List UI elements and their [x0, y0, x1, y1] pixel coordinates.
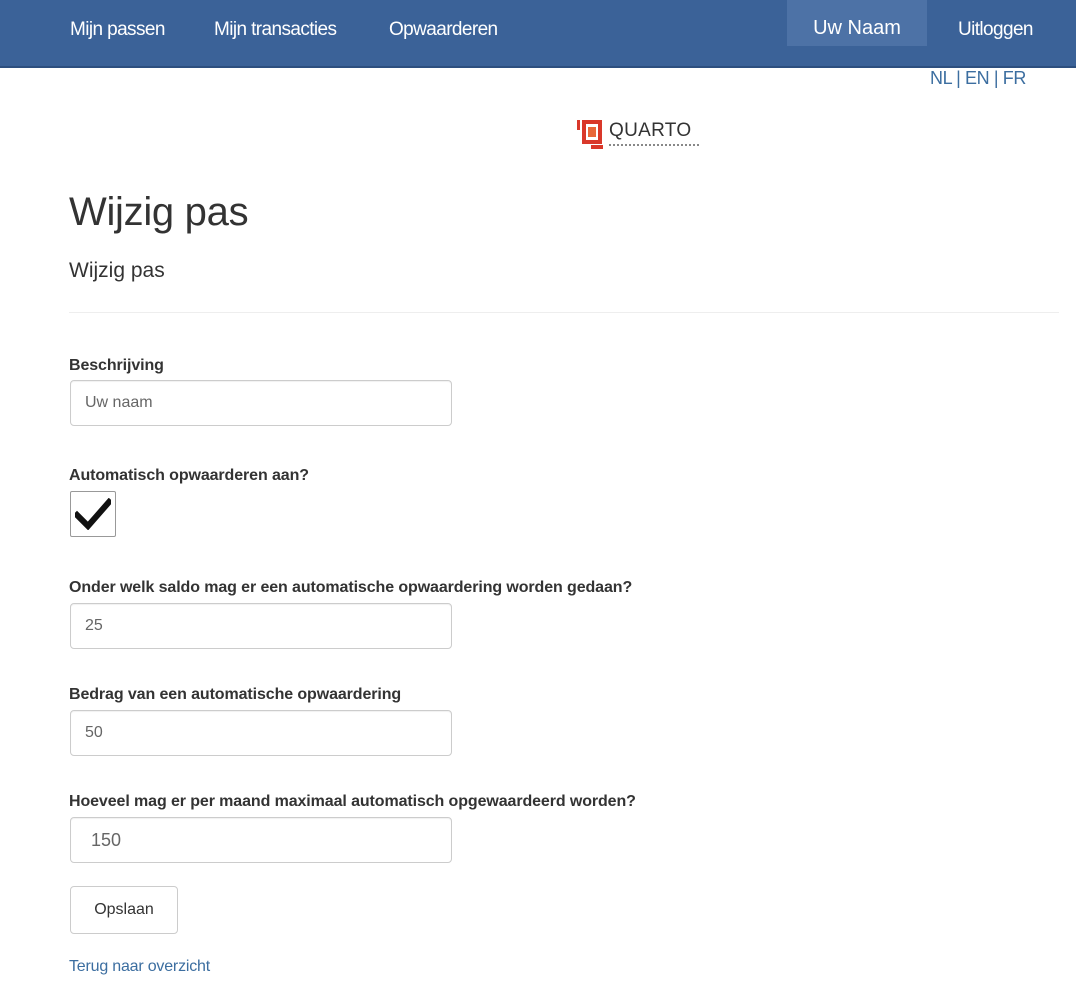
- page-subtitle: Wijzig pas: [69, 259, 165, 282]
- save-button[interactable]: Opslaan: [70, 886, 178, 934]
- logout-link[interactable]: Uitloggen: [958, 0, 1033, 66]
- lang-en-link[interactable]: EN: [965, 68, 990, 88]
- auto-topup-checkbox[interactable]: [70, 491, 116, 537]
- page-title: Wijzig pas: [69, 190, 249, 234]
- nav-link-mijn-passen[interactable]: Mijn passen: [70, 0, 165, 66]
- nav-link-mijn-transacties[interactable]: Mijn transacties: [214, 0, 337, 66]
- back-to-overview-link[interactable]: Terug naar overzicht: [69, 958, 210, 976]
- lang-fr-link[interactable]: FR: [1003, 68, 1027, 88]
- monthly-max-label: Hoeveel mag er per maand maximaal automa…: [69, 793, 636, 810]
- auto-topup-label: Automatisch opwaarderen aan?: [69, 467, 309, 484]
- logo-text: QUARTO: [609, 120, 692, 141]
- nav-link-opwaarderen[interactable]: Opwaarderen: [389, 0, 498, 66]
- quarto-logo: QUARTO: [577, 118, 717, 158]
- description-label: Beschrijving: [69, 357, 164, 374]
- amount-label: Bedrag van een automatische opwaardering: [69, 686, 402, 703]
- logo-tagline: [609, 144, 699, 150]
- description-input[interactable]: [70, 380, 452, 426]
- quarto-logo-icon: [577, 120, 603, 149]
- nav-user-name[interactable]: Uw Naam: [787, 0, 927, 46]
- lang-nl-link[interactable]: NL: [930, 68, 952, 88]
- divider: [69, 312, 1059, 313]
- checkmark-icon: [75, 498, 111, 530]
- threshold-label: Onder welk saldo mag er een automatische…: [69, 579, 633, 596]
- top-navbar: Mijn passen Mijn transacties Opwaarderen…: [0, 0, 1076, 68]
- amount-input[interactable]: [70, 710, 452, 756]
- threshold-input[interactable]: [70, 603, 452, 649]
- language-switcher: NL | EN | FR: [930, 68, 1027, 88]
- monthly-max-input[interactable]: [70, 817, 452, 863]
